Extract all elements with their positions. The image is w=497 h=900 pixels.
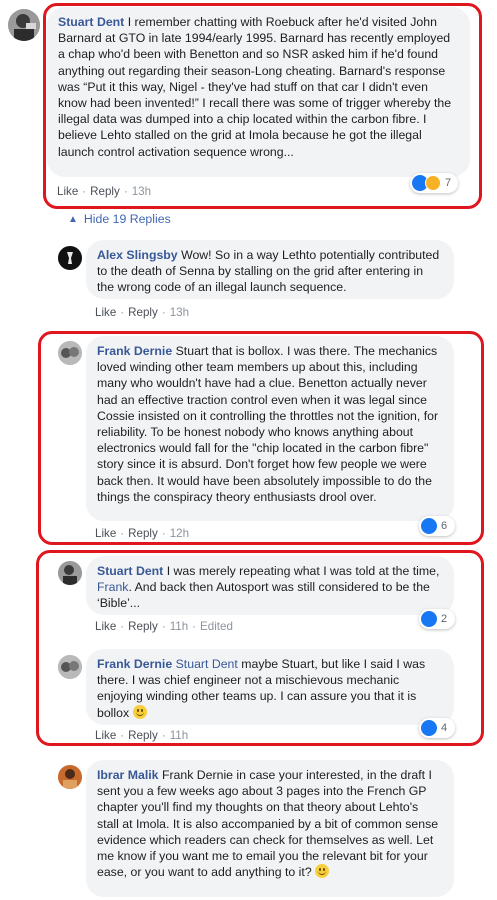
smile-emoji-icon (132, 704, 147, 719)
comment-bubble: Stuart Dent I remember chatting with Roe… (47, 7, 470, 177)
separator: · (161, 306, 166, 319)
avatar[interactable] (58, 341, 82, 365)
wow-reaction-icon (425, 175, 441, 191)
reply-link[interactable]: Reply (128, 306, 158, 319)
avatar-photo (58, 655, 82, 679)
separator: · (82, 185, 87, 198)
timestamp[interactable]: 13h (132, 185, 151, 198)
comment-author[interactable]: Stuart Dent (58, 15, 124, 29)
avatar-photo (58, 341, 82, 365)
reply-link[interactable]: Reply (128, 729, 158, 742)
separator: · (161, 729, 166, 742)
comment-author[interactable]: Stuart Dent (97, 564, 163, 578)
avatar-photo (8, 9, 40, 41)
comment-actions: Like · Reply · 13h (57, 185, 151, 198)
comment-author[interactable]: Ibrar Malik (97, 768, 159, 782)
separator: · (123, 185, 128, 198)
timestamp[interactable]: 11h (170, 620, 188, 633)
avatar[interactable] (8, 9, 40, 41)
comment-text: I remember chatting with Roebuck after h… (58, 15, 452, 159)
comment-actions: Like · Reply · 11h · Edited (95, 620, 233, 633)
reaction-count: 6 (441, 520, 448, 532)
like-link[interactable]: Like (95, 729, 116, 742)
reply-link[interactable]: Reply (128, 527, 158, 540)
mention-link[interactable]: Stuart Dent (176, 657, 238, 671)
smile-emoji-icon (315, 864, 330, 879)
comment-text-part: . And back then Autosport was still cons… (97, 580, 430, 611)
hide-replies-toggle[interactable]: ▲ Hide 19 Replies (68, 212, 171, 226)
timestamp[interactable]: 11h (170, 729, 188, 742)
comment-author[interactable]: Frank Dernie (97, 344, 172, 358)
separator: · (192, 620, 197, 633)
comment-bubble: Frank Dernie Stuart that is bollox. I wa… (86, 336, 454, 521)
avatar-photo (58, 561, 82, 585)
comment-author[interactable]: Alex Slingsby (97, 248, 178, 262)
comment-actions: Like · Reply · 13h (95, 306, 189, 319)
edited-label[interactable]: Edited (200, 620, 233, 633)
like-link[interactable]: Like (95, 306, 116, 319)
comment-text: Stuart that is bollox. I was there. The … (97, 344, 439, 504)
comment-actions: Like · Reply · 12h (95, 527, 189, 540)
reply-link[interactable]: Reply (90, 185, 120, 198)
avatar[interactable] (58, 655, 82, 679)
like-reaction-icon (421, 611, 437, 627)
comment-actions: Like · Reply · 11h (95, 729, 188, 742)
reaction-count: 2 (441, 613, 448, 625)
like-link[interactable]: Like (57, 185, 78, 198)
comment-text-part: I was merely repeating what I was told a… (166, 564, 440, 578)
like-link[interactable]: Like (95, 527, 116, 540)
comment-bubble: Frank Dernie Stuart Dent maybe Stuart, b… (86, 649, 454, 725)
timestamp[interactable]: 13h (170, 306, 189, 319)
avatar[interactable] (58, 246, 82, 270)
reaction-summary[interactable]: 7 (410, 173, 458, 193)
avatar[interactable] (58, 561, 82, 585)
comment-bubble: Alex Slingsby Wow! So in a way Lethto po… (86, 240, 454, 299)
chevron-up-icon: ▲ (68, 213, 78, 225)
separator: · (161, 527, 166, 540)
reaction-count: 4 (441, 722, 448, 734)
reaction-count: 7 (445, 177, 452, 189)
avatar[interactable] (58, 765, 82, 789)
separator: · (120, 527, 125, 540)
reaction-summary[interactable]: 6 (419, 516, 455, 536)
comment-text: Frank Dernie in case your interested, in… (97, 768, 439, 880)
reaction-summary[interactable]: 4 (419, 718, 455, 738)
comment-author[interactable]: Frank Dernie (97, 657, 172, 671)
avatar-photo (58, 765, 82, 789)
timestamp[interactable]: 12h (170, 527, 189, 540)
like-link[interactable]: Like (95, 620, 116, 633)
like-reaction-icon (421, 518, 437, 534)
separator: · (120, 729, 125, 742)
separator: · (120, 306, 125, 319)
hide-replies-label: Hide 19 Replies (83, 212, 171, 226)
mention-link[interactable]: Frank (97, 580, 128, 594)
reply-link[interactable]: Reply (128, 620, 158, 633)
comment-bubble: Stuart Dent I was merely repeating what … (86, 556, 454, 615)
separator: · (161, 620, 166, 633)
like-reaction-icon (421, 720, 437, 736)
separator: · (120, 620, 125, 633)
comment-bubble: Ibrar Malik Frank Dernie in case your in… (86, 760, 454, 897)
avatar-photo (58, 246, 82, 270)
reaction-summary[interactable]: 2 (419, 609, 455, 629)
